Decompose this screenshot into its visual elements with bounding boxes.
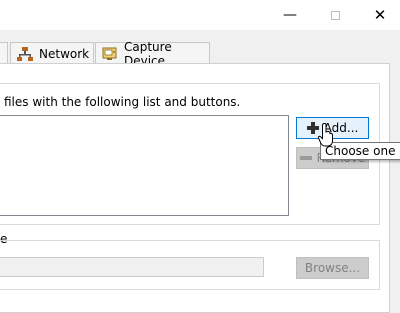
tooltip-text: Choose one or more files bbox=[325, 144, 400, 158]
maximize-icon bbox=[330, 10, 340, 20]
plus-icon bbox=[306, 122, 319, 134]
title-bar: — ✕ bbox=[0, 0, 400, 30]
capture-device-icon bbox=[102, 47, 118, 61]
mouse-pointer-icon bbox=[318, 123, 333, 147]
tab-network-label: Network bbox=[39, 46, 90, 61]
files-description: files with the following list and button… bbox=[4, 95, 241, 109]
minimize-button[interactable]: — bbox=[268, 0, 312, 30]
close-button[interactable]: ✕ bbox=[358, 0, 400, 30]
tab-network[interactable]: Network bbox=[10, 42, 94, 64]
minus-icon bbox=[299, 156, 312, 160]
network-icon bbox=[17, 46, 33, 61]
file-list[interactable] bbox=[0, 115, 289, 216]
minimize-icon: — bbox=[283, 7, 297, 23]
path-input[interactable] bbox=[0, 257, 264, 277]
maximize-button[interactable] bbox=[313, 0, 357, 30]
close-icon: ✕ bbox=[373, 6, 387, 24]
browse-button[interactable]: Browse... bbox=[296, 257, 369, 279]
tab-capture-device[interactable]: Capture Device bbox=[95, 40, 210, 68]
browse-button-label: Browse... bbox=[304, 261, 361, 275]
tab-previous[interactable] bbox=[0, 42, 8, 64]
